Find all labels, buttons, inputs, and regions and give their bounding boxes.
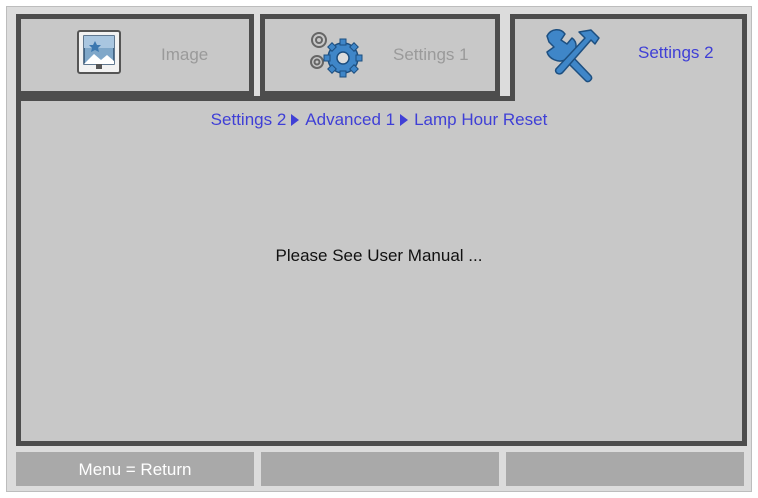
info-message: Please See User Manual ...	[275, 246, 483, 265]
footer-hint-menu-return: Menu = Return	[16, 452, 254, 486]
tab-settings-1-label: Settings 1	[393, 45, 469, 64]
gears-icon	[307, 28, 365, 87]
tab-image[interactable]: Image	[16, 14, 254, 96]
breadcrumb-arrow-icon	[291, 114, 300, 127]
breadcrumb-arrow-icon	[400, 114, 409, 127]
content-panel	[21, 101, 742, 441]
tools-icon	[541, 26, 603, 89]
panel-outline-right	[742, 14, 747, 446]
panel-outline-bottom	[16, 441, 747, 446]
footer-hint-label: Menu = Return	[78, 460, 192, 479]
breadcrumb-item-settings-2: Settings 2	[210, 110, 287, 129]
tab-image-label: Image	[161, 45, 209, 64]
tab-settings-2-label: Settings 2	[638, 43, 714, 62]
footer-hint-empty	[506, 452, 744, 486]
tab-settings-1[interactable]: Settings 1	[260, 14, 500, 96]
breadcrumb-item-lamp-hour-reset: Lamp Hour Reset	[414, 110, 548, 129]
footer-hint-empty	[261, 452, 499, 486]
breadcrumb-item-advanced-1: Advanced 1	[305, 110, 396, 129]
breadcrumb: Settings 2 Advanced 1 Lamp Hour Reset	[0, 110, 758, 130]
image-icon	[77, 30, 121, 79]
